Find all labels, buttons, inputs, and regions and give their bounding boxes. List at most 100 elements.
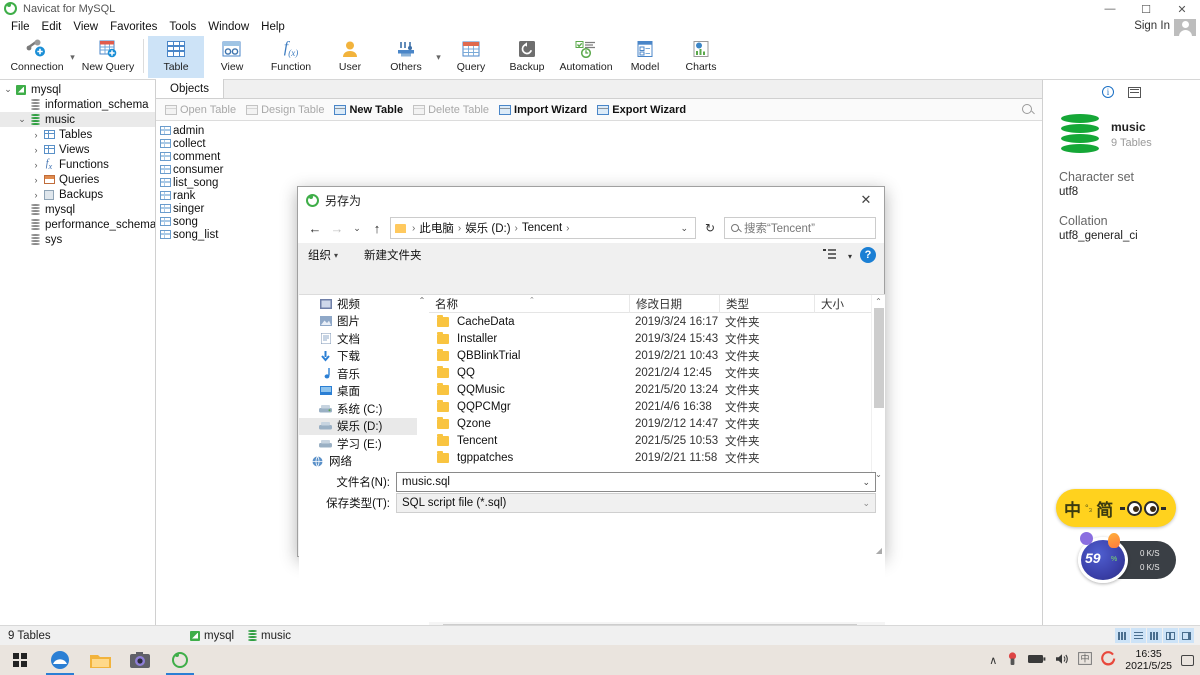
list-item[interactable]: admin [156, 124, 1042, 137]
ime-mode-label[interactable]: 中 [1064, 496, 1081, 521]
show-hidden-icons-chevron[interactable]: ∧ [989, 654, 997, 667]
ime-script-label[interactable]: 简 [1096, 496, 1113, 521]
dialog-close-button[interactable]: ✕ [848, 187, 884, 213]
sidebar-item-functions[interactable]: › fx Functions [0, 157, 155, 172]
chevron-right-icon[interactable]: › [30, 145, 42, 155]
scroll-thumb[interactable] [874, 308, 884, 408]
minimize-button[interactable]: — [1092, 0, 1128, 18]
search-input[interactable]: 搜索“Tencent” [724, 217, 876, 239]
nav-item-drive-d[interactable]: 娱乐 (D:) [299, 417, 417, 435]
chevron-right-icon[interactable]: › [30, 160, 42, 170]
network-monitor-widget[interactable]: 0 K/S 0 K/S 59 % [1078, 532, 1176, 583]
nav-item-videos[interactable]: 视频 [299, 295, 417, 313]
new-table-button[interactable]: New Table [329, 100, 408, 120]
nav-item-downloads[interactable]: 下载 [299, 348, 417, 366]
nav-item-drive-c[interactable]: 系统 (C:) [299, 400, 417, 418]
camera-icon[interactable] [120, 645, 160, 675]
status-database[interactable]: music [248, 630, 291, 642]
navicat-icon[interactable] [160, 645, 200, 675]
ribbon-new-query[interactable]: New Query [77, 36, 139, 78]
panel-toggle-icon[interactable] [1128, 86, 1141, 98]
column-header-name[interactable]: ⌃ 名称 [429, 295, 629, 313]
up-button[interactable]: ↑ [368, 218, 386, 238]
search-icon[interactable] [1022, 104, 1032, 114]
sidebar-item-performance-schema[interactable]: performance_schema [0, 217, 155, 232]
grid-view-icon[interactable] [1115, 628, 1130, 643]
sidebar-item-queries[interactable]: › Queries [0, 172, 155, 187]
nav-item-network[interactable]: 网络 [299, 453, 417, 471]
filename-input[interactable]: music.sql ⌄ [396, 472, 876, 492]
breadcrumb-this-pc[interactable]: 此电脑 [419, 220, 454, 236]
cortana-search-icon[interactable] [40, 645, 80, 675]
nav-item-drive-e[interactable]: 学习 (E:) [299, 435, 417, 453]
nav-item-documents[interactable]: 文档 [299, 330, 417, 348]
resize-grip-icon[interactable]: ◢ [876, 546, 882, 555]
ribbon-user[interactable]: User [322, 36, 378, 78]
form-view-icon[interactable] [1163, 628, 1178, 643]
volume-icon[interactable] [1055, 653, 1069, 668]
connection-dropdown-caret[interactable]: ▾ [68, 36, 77, 78]
file-row[interactable]: QQ 2021/2/4 12:45 文件夹 [429, 364, 885, 381]
chevron-down-icon[interactable]: ⌄ [862, 498, 870, 509]
menu-favorites[interactable]: Favorites [104, 18, 163, 36]
menu-file[interactable]: File [5, 18, 36, 36]
ribbon-automation[interactable]: Automation [555, 36, 617, 78]
close-button[interactable]: ✕ [1164, 0, 1200, 18]
status-connection[interactable]: mysql [190, 630, 234, 642]
ime-indicator-icon[interactable]: 中 [1078, 652, 1093, 668]
menu-window[interactable]: Window [202, 18, 255, 36]
windows-start-icon[interactable] [0, 645, 40, 675]
column-header-date[interactable]: 修改日期 [629, 294, 719, 313]
menu-tools[interactable]: Tools [163, 18, 202, 36]
refresh-icon[interactable]: ↻ [700, 217, 720, 239]
sidebar-item-sys[interactable]: sys [0, 232, 155, 247]
maximize-button[interactable]: ☐ [1128, 0, 1164, 18]
help-icon[interactable]: ? [860, 247, 876, 263]
list-item[interactable]: comment [156, 150, 1042, 163]
chevron-down-icon[interactable]: ⌄ [16, 114, 28, 125]
scroll-track[interactable] [417, 306, 427, 473]
nav-pane-scrollbar[interactable]: ⌃ ⌄ [417, 295, 427, 484]
split-view-icon[interactable] [1179, 628, 1194, 643]
filetype-select[interactable]: SQL script file (*.sql) ⌄ [396, 493, 876, 513]
view-layout-icon[interactable] [823, 249, 836, 260]
breadcrumb-tencent[interactable]: Tencent [522, 222, 562, 234]
ime-floating-bar[interactable]: 中 °₃ 简 [1056, 489, 1176, 527]
chevron-down-icon[interactable]: ⌄ [862, 477, 870, 488]
file-row[interactable]: QQPCMgr 2021/4/6 16:38 文件夹 [429, 398, 885, 415]
taskbar-clock[interactable]: 16:35 2021/5/25 [1125, 648, 1172, 672]
menu-edit[interactable]: Edit [36, 18, 68, 36]
file-row[interactable]: QQMusic 2021/5/20 13:24 文件夹 [429, 381, 885, 398]
info-icon[interactable]: i [1102, 86, 1114, 98]
sidebar-item-views[interactable]: › Views [0, 142, 155, 157]
back-button[interactable]: ← [306, 218, 324, 238]
file-row[interactable]: Tencent 2021/5/25 10:53 文件夹 [429, 432, 885, 449]
column-header-size[interactable]: 大小 [814, 294, 874, 313]
nav-item-music[interactable]: 音乐 [299, 365, 417, 383]
sign-in-link[interactable]: Sign In [1134, 20, 1170, 32]
nav-item-pictures[interactable]: 图片 [299, 313, 417, 331]
sogou-icon[interactable] [1101, 651, 1116, 669]
ribbon-model[interactable]: Model [617, 36, 673, 78]
file-row[interactable]: tgppatches 2019/2/21 11:58 文件夹 [429, 449, 885, 466]
ribbon-others[interactable]: Others [378, 36, 434, 78]
list-item[interactable]: collect [156, 137, 1042, 150]
export-wizard-button[interactable]: Export Wizard [592, 100, 691, 120]
ribbon-table[interactable]: Table [148, 36, 204, 78]
scroll-up-icon[interactable]: ⌃ [417, 295, 427, 306]
chevron-right-icon[interactable]: › [30, 190, 42, 200]
breadcrumb-drive-d[interactable]: 娱乐 (D:) [465, 220, 510, 236]
sidebar-item-information-schema[interactable]: information_schema [0, 97, 155, 112]
ribbon-view[interactable]: View [204, 36, 260, 78]
ribbon-connection[interactable]: Connection [6, 36, 68, 78]
chevron-right-icon[interactable]: › [30, 130, 42, 140]
sidebar-item-mysql-connection[interactable]: ⌄ mysql [0, 82, 155, 97]
recent-locations-button[interactable]: ⌄ [350, 218, 364, 238]
new-folder-button[interactable]: 新建文件夹 [364, 247, 422, 263]
import-wizard-button[interactable]: Import Wizard [494, 100, 592, 120]
chevron-right-icon[interactable]: › [30, 175, 42, 185]
file-row[interactable]: CacheData 2019/3/24 16:17 文件夹 [429, 313, 885, 330]
ime-mascot-icon[interactable] [1120, 500, 1167, 516]
breadcrumb[interactable]: › 此电脑 › 娱乐 (D:) › Tencent › ⌄ [390, 217, 696, 239]
menu-help[interactable]: Help [255, 18, 291, 36]
